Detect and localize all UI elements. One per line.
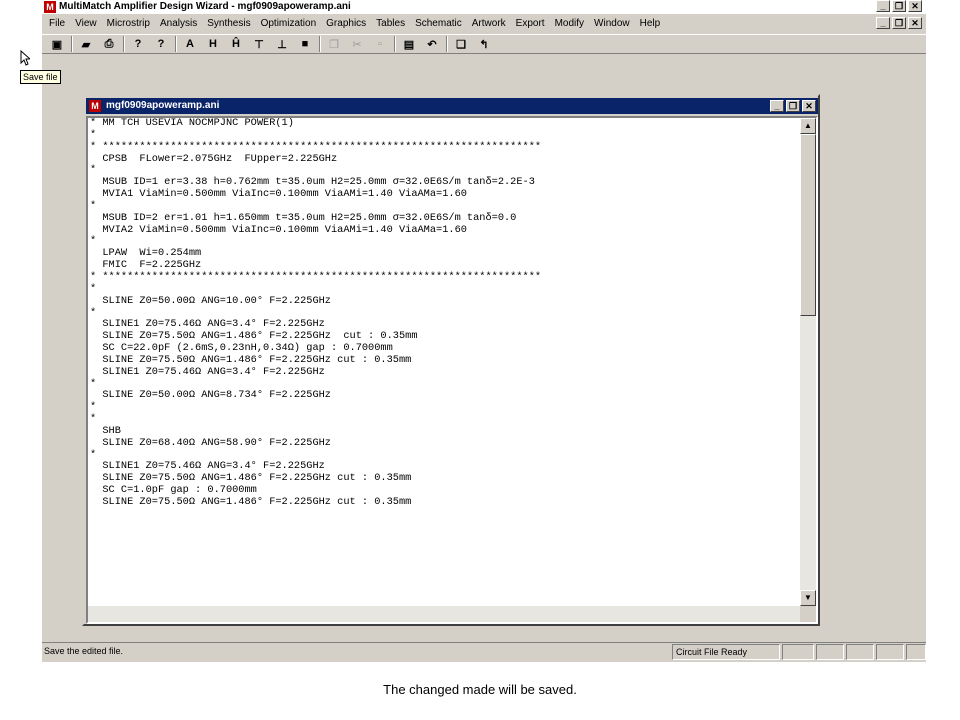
app-logo-icon: M [44, 1, 56, 13]
status-pane-empty [846, 644, 874, 660]
horizontal-scrollbar[interactable] [88, 606, 800, 622]
code-line[interactable]: * [90, 200, 770, 213]
document-title: mgf0909apoweramp.ani [106, 100, 220, 111]
code-line[interactable]: * **************************************… [90, 271, 770, 284]
window-controls: _ ❐ ✕ [876, 0, 922, 12]
menu-graphics[interactable]: Graphics [321, 15, 371, 33]
circuit-file-text[interactable]: * MM TCH USEVIA NOCMPJNC POWER(1) * * ****… [90, 118, 770, 606]
toolbar-separator [123, 36, 125, 52]
document-window-controls: _ ❐ ✕ [770, 100, 816, 112]
menu-bar: File View Microstrip Analysis Synthesis Optim… [42, 15, 926, 33]
document-restore-button[interactable]: ❐ [786, 100, 800, 112]
code-line[interactable]: SLINE1 Z0=75.46Ω ANG=3.4° F=2.225GHz [90, 366, 770, 379]
vertical-scrollbar[interactable]: ▲ ▼ [800, 118, 816, 606]
document-minimize-button[interactable]: _ [770, 100, 784, 112]
code-line[interactable]: CPSB FLower=2.075GHz FUpper=2.225GHz [90, 153, 770, 166]
document-logo-icon: M [89, 100, 101, 112]
scrollbar-corner [800, 606, 816, 622]
code-line[interactable]: MSUB ID=2 er=1.01 h=1.650mm t=35.0um H2=… [90, 212, 770, 225]
code-line[interactable]: SLINE Z0=75.50Ω ANG=1.486° F=2.225GHz cu… [90, 354, 770, 367]
code-line[interactable]: SHB [90, 425, 770, 438]
slide-caption: The changed made will be saved. [383, 682, 577, 697]
minimize-button[interactable]: _ [876, 0, 890, 12]
menu-tables[interactable]: Tables [371, 15, 410, 33]
save-file-tooltip: Save file [20, 70, 61, 84]
toolbar-separator [71, 36, 73, 52]
document-window: M mgf0909apoweramp.ani _ ❐ ✕ * MM TCH US… [82, 94, 820, 626]
status-circuit-state: Circuit File Ready [672, 644, 780, 660]
window-title: MultiMatch Amplifier Design Wizard - mgf… [59, 1, 351, 12]
toolbar-separator [446, 36, 448, 52]
code-line[interactable]: SLINE Z0=50.00Ω ANG=8.734° F=2.225GHz [90, 390, 770, 402]
menu-export[interactable]: Export [511, 15, 550, 33]
ground-icon[interactable]: ⊥ [273, 35, 291, 53]
menu-modify[interactable]: Modify [550, 15, 589, 33]
save-icon[interactable]: ▣ [48, 35, 66, 53]
tool-icon[interactable]: ↰ [475, 35, 493, 53]
code-line[interactable]: SLINE Z0=68.40Ω ANG=58.90° F=2.225GHz [90, 437, 770, 450]
toolbar-separator [175, 36, 177, 52]
menu-window[interactable]: Window [589, 15, 635, 33]
draw-icon[interactable]: A [181, 35, 199, 53]
help-icon[interactable]: ? [129, 35, 147, 53]
code-line[interactable]: * [90, 283, 770, 296]
mdi-controls: _ ❐ ✕ [876, 17, 922, 29]
status-pane-empty [816, 644, 844, 660]
menu-schematic[interactable]: Schematic [410, 15, 467, 33]
app-window: M MultiMatch Amplifier Design Wizard - m… [42, 0, 926, 662]
window-icon[interactable]: ❏ [452, 35, 470, 53]
stub-icon[interactable]: ⊤ [250, 35, 268, 53]
open-icon[interactable]: ▰ [77, 35, 95, 53]
restore-button[interactable]: ❐ [892, 0, 906, 12]
mouse-pointer-icon [20, 50, 30, 66]
title-bar[interactable]: M MultiMatch Amplifier Design Wizard - m… [42, 0, 926, 14]
stop-icon[interactable]: ■ [296, 35, 314, 53]
undo-icon[interactable]: ↶ [423, 35, 441, 53]
menu-optimization[interactable]: Optimization [256, 15, 322, 33]
cut-icon[interactable]: ✂ [348, 35, 366, 53]
status-message: Save the edited file. [44, 646, 124, 656]
code-line[interactable]: * [90, 401, 770, 414]
menu-artwork[interactable]: Artwork [467, 15, 511, 33]
scroll-thumb[interactable] [800, 134, 816, 316]
clipboard-icon[interactable]: ▤ [400, 35, 418, 53]
document-title-bar[interactable]: M mgf0909apoweramp.ani _ ❐ ✕ [86, 98, 818, 114]
toolbar-separator [319, 36, 321, 52]
status-pane-empty [906, 644, 926, 660]
scroll-up-button[interactable]: ▲ [800, 118, 816, 134]
mdi-close-button[interactable]: ✕ [908, 17, 922, 29]
component-b-icon[interactable]: Ĥ [227, 35, 245, 53]
code-line[interactable]: * [90, 129, 770, 142]
document-close-button[interactable]: ✕ [802, 100, 816, 112]
menu-file[interactable]: File [44, 15, 70, 33]
menu-synthesis[interactable]: Synthesis [202, 15, 255, 33]
mdi-minimize-button[interactable]: _ [876, 17, 890, 29]
menu-help[interactable]: Help [635, 15, 666, 33]
copy-icon[interactable]: ❐ [325, 35, 343, 53]
print-icon[interactable]: ⎙ [100, 35, 118, 53]
code-line[interactable]: * **************************************… [90, 141, 770, 154]
code-line[interactable]: MVIA2 ViaMin=0.500mm ViaInc=0.100mm ViaA… [90, 224, 770, 237]
toolbar-separator [394, 36, 396, 52]
code-line[interactable]: SLINE Z0=75.50Ω ANG=1.486° F=2.225GHz cu… [90, 496, 770, 509]
component-a-icon[interactable]: H [204, 35, 222, 53]
status-pane-empty [876, 644, 904, 660]
paste-icon[interactable]: ▫ [371, 35, 389, 53]
mdi-restore-button[interactable]: ❐ [892, 17, 906, 29]
menu-view[interactable]: View [70, 15, 102, 33]
code-line[interactable]: SLINE Z0=50.00Ω ANG=10.00° F=2.225GHz [90, 295, 770, 308]
menu-analysis[interactable]: Analysis [155, 15, 202, 33]
circuit-text-editor[interactable]: * MM TCH USEVIA NOCMPJNC POWER(1) * * ****… [86, 116, 818, 624]
context-help-icon[interactable]: ? [152, 35, 170, 53]
status-bar: Save the edited file. Circuit File Ready [42, 642, 926, 660]
close-button[interactable]: ✕ [908, 0, 922, 12]
toolbar: ▣ ▰ ⎙?? A H Ĥ ⊤ ⊥ ■ ❐ ✂ ▫ ▤ ↶ ❏ ↰ [42, 34, 926, 54]
menu-microstrip[interactable]: Microstrip [102, 15, 155, 33]
status-pane-empty [782, 644, 814, 660]
code-line[interactable]: * MM TCH USEVIA NOCMPJNC POWER(1) [90, 118, 770, 130]
code-line[interactable]: * [90, 413, 770, 426]
code-line[interactable]: MVIA1 ViaMin=0.500mm ViaInc=0.100mm ViaA… [90, 188, 770, 201]
scroll-down-button[interactable]: ▼ [800, 590, 816, 606]
